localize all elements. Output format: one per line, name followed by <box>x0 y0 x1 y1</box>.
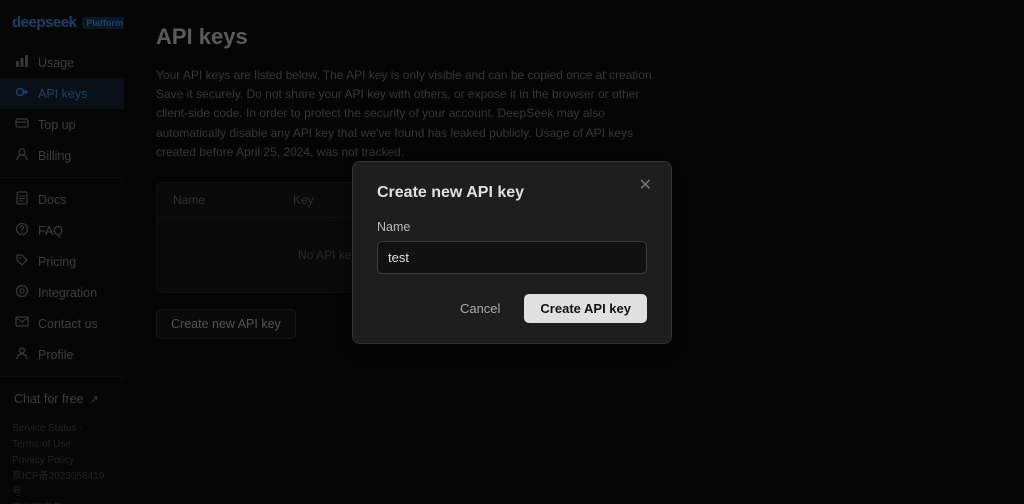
create-api-key-confirm-button[interactable]: Create API key <box>524 294 647 323</box>
modal-title: Create new API key <box>377 184 647 202</box>
name-field-input[interactable] <box>377 241 647 274</box>
cancel-button[interactable]: Cancel <box>446 294 514 323</box>
modal-close-button[interactable]: ✕ <box>634 176 657 196</box>
modal-overlay[interactable]: Create new API key ✕ Name Cancel Create … <box>0 0 1024 504</box>
name-field-label: Name <box>377 220 647 234</box>
modal-actions: Cancel Create API key <box>377 294 647 323</box>
create-api-key-modal: Create new API key ✕ Name Cancel Create … <box>352 161 672 344</box>
